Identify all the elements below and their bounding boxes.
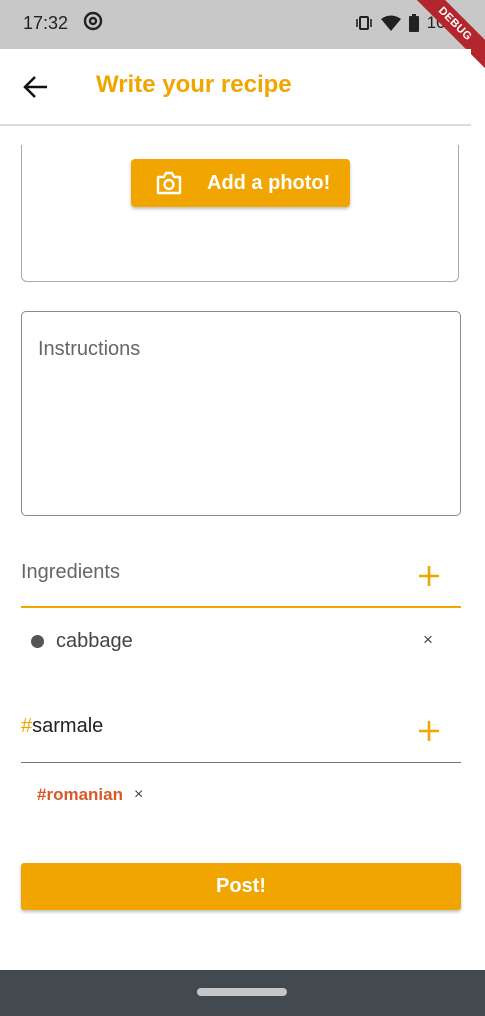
ingredients-underline xyxy=(21,606,461,608)
app-bar: Write your recipe xyxy=(0,49,471,126)
tag-chip-label: #romanian xyxy=(37,785,123,804)
status-bar: 17:32 100 DEBUG xyxy=(0,0,485,74)
bullet-icon xyxy=(31,634,44,648)
remove-tag-close-icon[interactable]: × xyxy=(134,786,143,804)
page-title: Write your recipe xyxy=(96,71,292,98)
remove-ingredient-close-icon[interactable]: × xyxy=(423,630,433,650)
add-tag-plus-icon[interactable] xyxy=(418,720,440,742)
wifi-icon xyxy=(380,15,401,31)
status-time: 17:32 xyxy=(23,13,69,33)
instructions-placeholder: Instructions xyxy=(38,338,141,360)
system-nav-bar xyxy=(0,970,485,1016)
camera-icon xyxy=(156,171,182,195)
home-gesture-handle[interactable] xyxy=(197,988,287,996)
vibrate-icon xyxy=(355,16,372,30)
post-button[interactable]: Post! xyxy=(21,863,461,910)
ingredients-label: Ingredients xyxy=(21,561,120,583)
battery-icon xyxy=(408,14,419,32)
tag-input[interactable]: #sarmale xyxy=(21,715,103,738)
at-sign-icon xyxy=(83,11,103,31)
add-photo-button[interactable]: Add a photo! xyxy=(131,159,350,207)
ingredient-list-item: cabbage xyxy=(31,628,451,654)
tag-underline xyxy=(21,762,461,763)
ingredient-name: cabbage xyxy=(56,629,133,652)
instructions-field[interactable]: Instructions xyxy=(21,311,461,516)
tag-input-value: sarmale xyxy=(32,715,104,737)
back-arrow-icon[interactable] xyxy=(22,73,50,101)
add-photo-label: Add a photo! xyxy=(207,171,331,194)
tag-chip: #romanian × xyxy=(37,785,143,805)
hash-prefix: # xyxy=(21,715,33,737)
add-ingredient-plus-icon[interactable] xyxy=(418,565,440,587)
